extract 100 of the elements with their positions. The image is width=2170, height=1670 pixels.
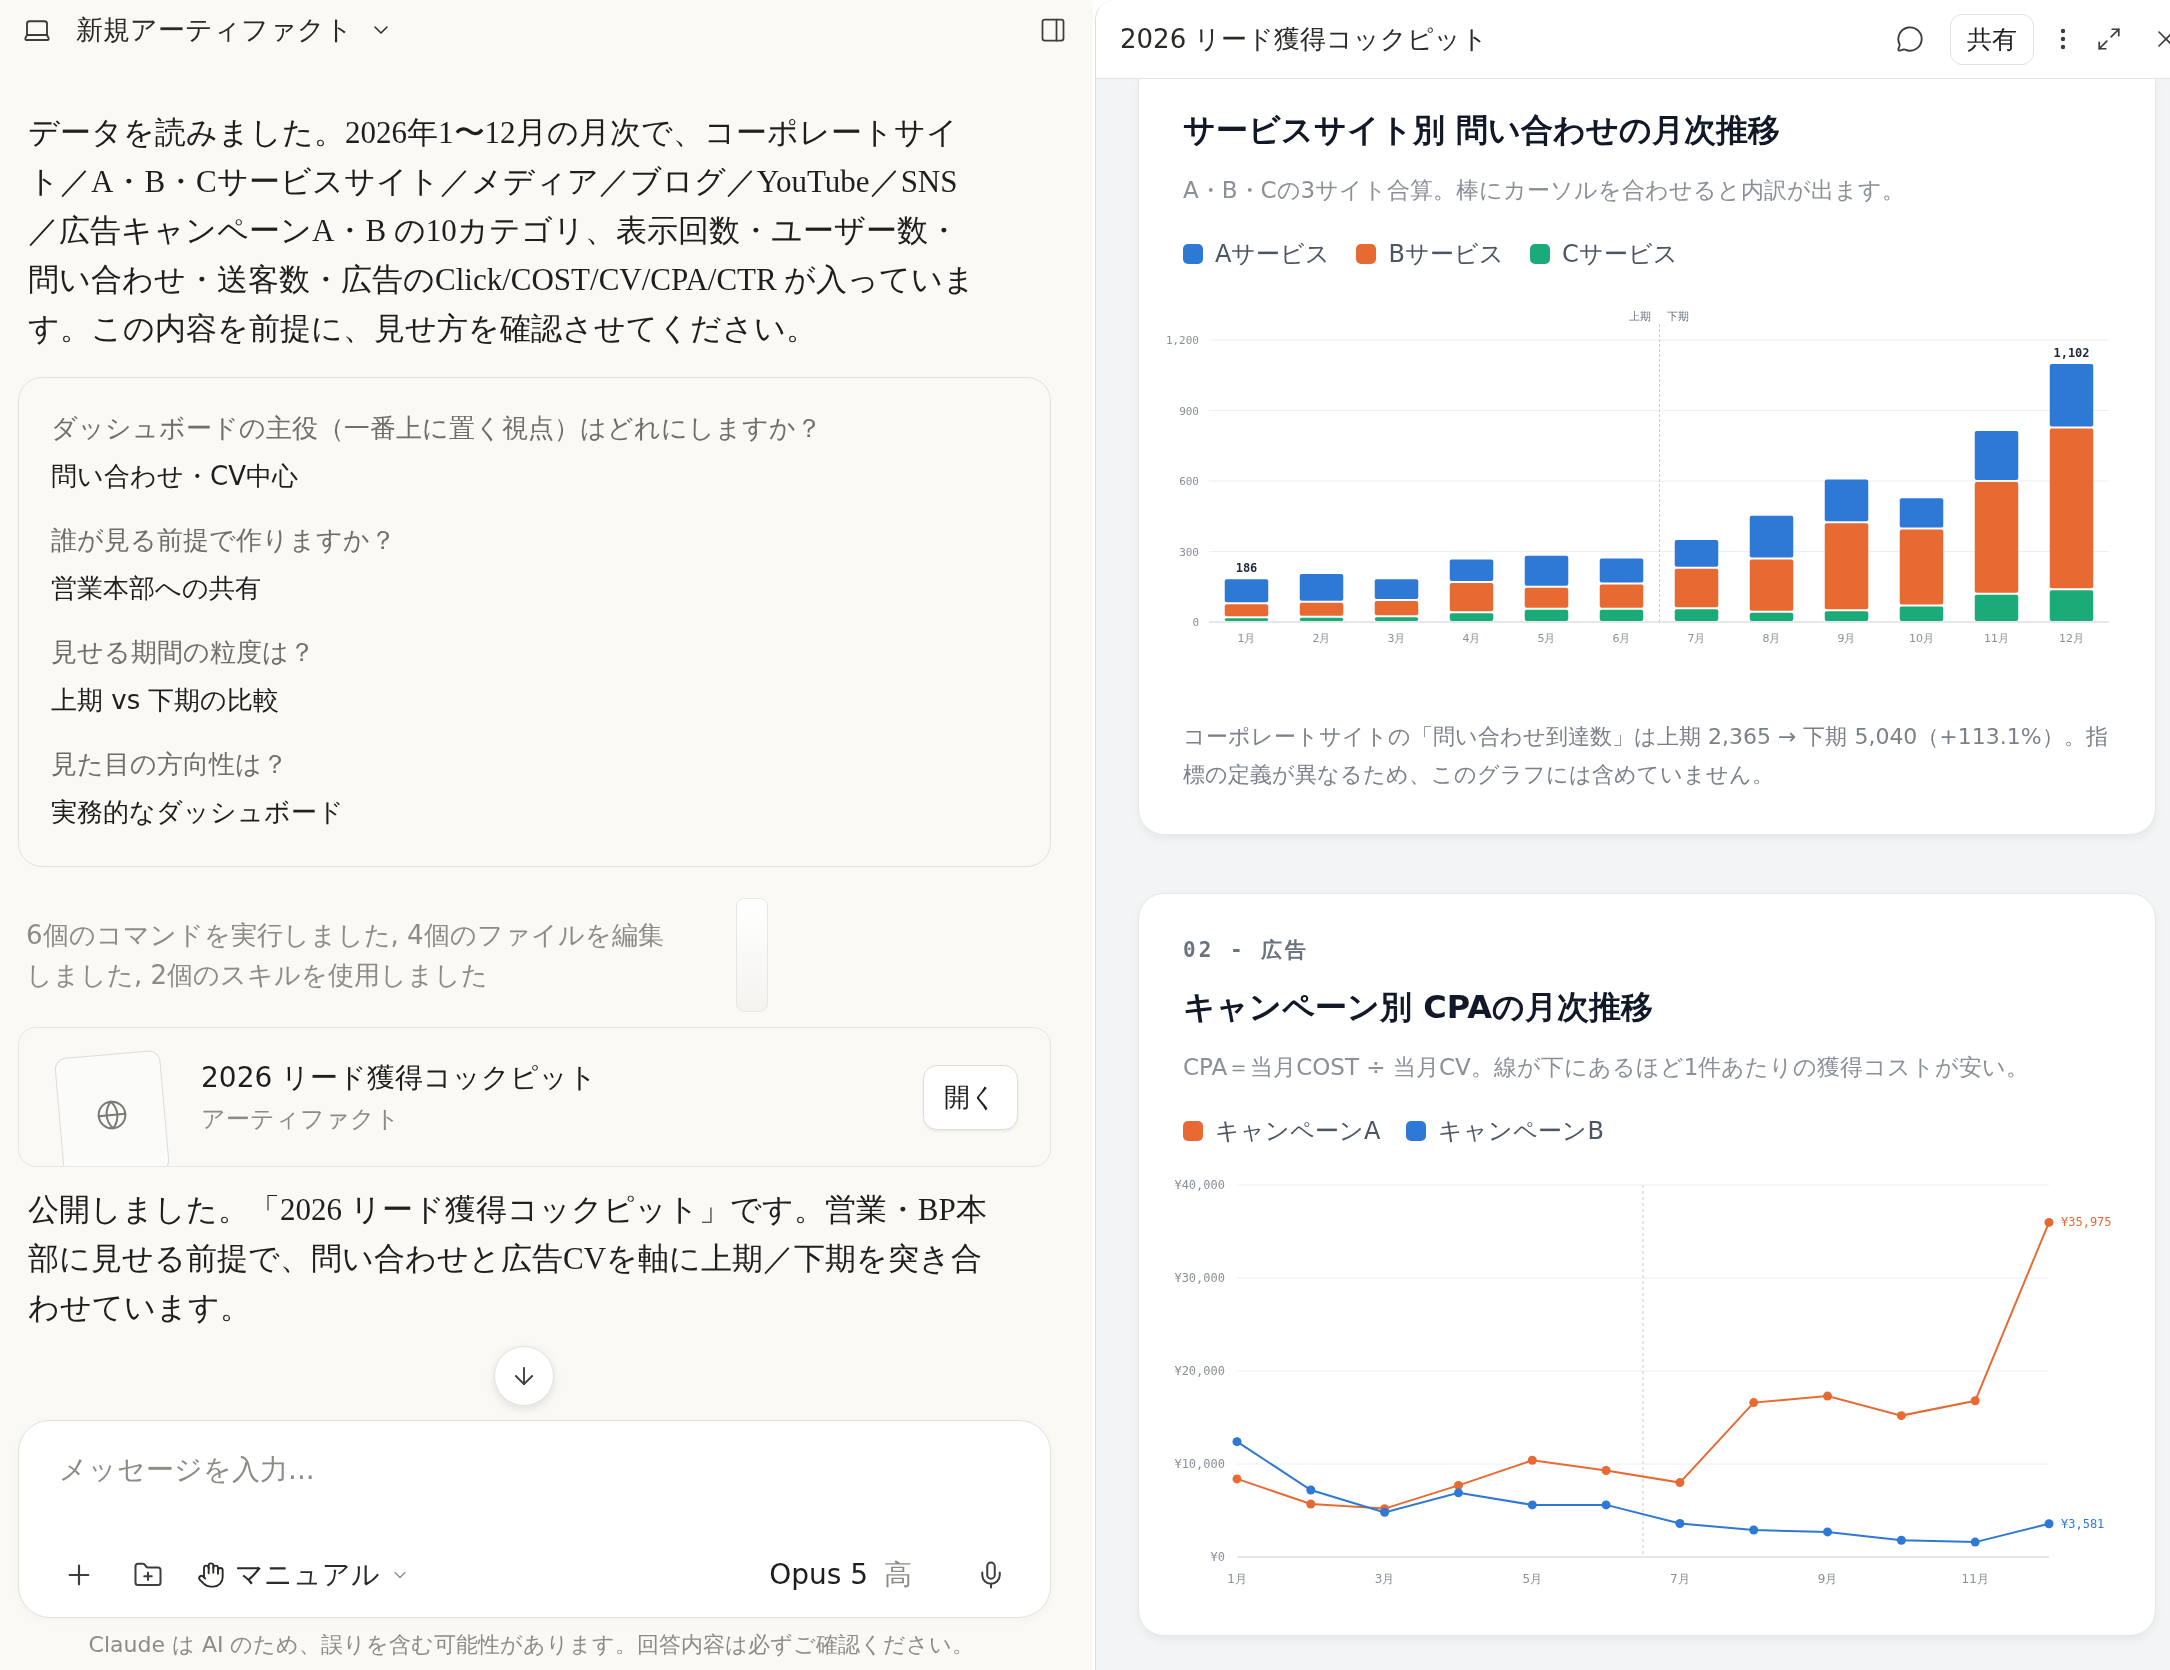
share-button[interactable]: 共有	[1950, 13, 2034, 65]
disclaimer-text: Claude は AI のため、誤りを含む可能性があります。回答内容は必ずご確認ください。	[87, 1631, 976, 1659]
question-text: 誰が見る前提で作りますか？	[51, 524, 397, 557]
axis-label: ¥30,000	[1174, 1271, 1225, 1285]
axis-label: 9月	[1837, 632, 1856, 645]
data-point[interactable]	[1232, 1474, 1242, 1484]
data-point[interactable]	[1749, 1398, 1759, 1408]
chart-bar[interactable]	[1974, 431, 2019, 480]
chart-bar[interactable]	[1599, 609, 1644, 621]
chart-bar[interactable]	[1299, 574, 1344, 601]
chart-bar[interactable]	[1374, 600, 1419, 616]
data-point[interactable]	[1823, 1391, 1833, 1401]
chart-bar[interactable]	[2049, 364, 2094, 427]
chart-bar[interactable]	[1224, 579, 1269, 603]
axis-label: ¥0	[1210, 1550, 1225, 1564]
chart-note: コーポレートサイトの「問い合わせ到達数」は上期 2,365 → 下期 5,040（+113.1%）。指標の定義が異なるため、このグラフには含めていません。	[1183, 723, 2109, 789]
chart-bar[interactable]	[1824, 479, 1869, 522]
chart-bar[interactable]	[1749, 559, 1794, 611]
data-point[interactable]	[1453, 1488, 1463, 1498]
value-label: ¥3,581	[2061, 1516, 2105, 1531]
answer-text: 実務的なダッシュボード	[51, 796, 345, 829]
chart-bar[interactable]	[1674, 609, 1719, 621]
axis-label: 3月	[1387, 632, 1406, 645]
artifact-title-dropdown[interactable]: 新規アーティファクト	[66, 8, 403, 52]
chart-bar[interactable]	[1524, 587, 1569, 608]
chart-bar[interactable]	[1974, 594, 2019, 621]
scroll-down-button[interactable]	[494, 1346, 554, 1406]
value-label: 186	[1235, 561, 1258, 576]
chart-bar[interactable]	[1449, 559, 1494, 582]
data-point[interactable]	[1970, 1537, 1980, 1547]
chart-bar[interactable]	[1749, 515, 1794, 558]
chart-title: キャンペーン別 CPAの月次推移	[1183, 987, 1654, 1028]
question-text: 見せる期間の粒度は？	[51, 636, 316, 669]
data-point[interactable]	[1675, 1519, 1685, 1528]
chart-bar[interactable]	[1824, 611, 1869, 621]
data-point[interactable]	[1970, 1396, 1980, 1406]
data-point[interactable]	[1527, 1500, 1537, 1510]
artifact-panel-title: 2026 リード獲得コックピット	[1120, 22, 1490, 56]
section-label: 02 - 広告	[1183, 937, 1311, 964]
data-point[interactable]	[1749, 1525, 1759, 1535]
chart-bar[interactable]	[1524, 609, 1569, 621]
data-point[interactable]	[1306, 1499, 1316, 1509]
data-point[interactable]	[1232, 1437, 1242, 1447]
chart-bar[interactable]	[1224, 604, 1269, 617]
value-label: 1,102	[2053, 346, 2090, 361]
axis-label: 10月	[1909, 632, 1934, 645]
artifact-card[interactable]: 2026 リード獲得コックピット アーティファクト 開く	[18, 1027, 1051, 1167]
chart-bar[interactable]	[1449, 583, 1494, 612]
data-point[interactable]	[2044, 1217, 2054, 1227]
axis-label: 4月	[1462, 632, 1481, 645]
data-point[interactable]	[1601, 1466, 1611, 1475]
chart-bar[interactable]	[1599, 558, 1644, 583]
data-point[interactable]	[1896, 1411, 1906, 1421]
open-button[interactable]: 開く	[923, 1064, 1018, 1130]
chart-bar[interactable]	[1299, 602, 1344, 616]
chart-bar[interactable]	[1974, 482, 2019, 593]
chart-bar[interactable]	[1449, 613, 1494, 621]
chart-bar[interactable]	[2049, 590, 2094, 621]
chart-bar[interactable]	[1224, 618, 1269, 621]
chart-bar[interactable]	[1374, 617, 1419, 621]
vertical-dots-icon	[2060, 28, 2066, 50]
legend-label: キャンペーンB	[1438, 1116, 1604, 1147]
user-message: データを読みました。2026年1〜12月の月次で、コーポレートサイト／A・B・Cサービスサイト／メディア／ブログ／YouTube／SNS／広告キャンペーンA・B の10カテゴリ、表示回数・ユーザー数・問い合わせ・送客数・広告のClick/COST/CV/CPA/CTR が入っています。この内容を前提に、見せ方を確認させてください。	[28, 114, 977, 348]
chart-subtitle: CPA＝当月COST ÷ 当月CV。線が下にあるほど1件あたりの獲得コストが安い。	[1183, 1053, 2031, 1082]
chart-bar[interactable]	[1899, 606, 1944, 621]
chart-bar[interactable]	[1374, 579, 1419, 599]
data-point[interactable]	[1896, 1535, 1906, 1545]
legend-label: キャンペーンA	[1215, 1116, 1381, 1147]
axis-label: ¥20,000	[1174, 1364, 1225, 1378]
data-point[interactable]	[1306, 1485, 1316, 1495]
message-input[interactable]: メッセージを入力...	[59, 1447, 1010, 1492]
chart-bar[interactable]	[1674, 568, 1719, 608]
data-point[interactable]	[1675, 1478, 1685, 1488]
chart-bar[interactable]	[1599, 584, 1644, 608]
chart-bar[interactable]	[2049, 428, 2094, 589]
chart-bar[interactable]	[1749, 612, 1794, 621]
value-label: ¥35,975	[2061, 1215, 2112, 1230]
model-selector[interactable]: Opus 5 高	[769, 1556, 912, 1594]
chart-subtitle: A・B・Cの3サイト合算。棒にカーソルを合わせると内訳が出ます。	[1183, 176, 1907, 205]
axis-label: ¥40,000	[1174, 1178, 1225, 1192]
axis-label: 11月	[1984, 632, 2009, 645]
data-point[interactable]	[1823, 1527, 1833, 1537]
chart-bar[interactable]	[1824, 523, 1869, 610]
chart-bar[interactable]	[1524, 555, 1569, 586]
axis-label: 7月	[1687, 632, 1706, 645]
axis-label: 300	[1179, 545, 1199, 559]
chart-bar[interactable]	[1899, 529, 1944, 605]
chart-bar[interactable]	[1299, 617, 1344, 621]
data-point[interactable]	[1601, 1500, 1611, 1510]
chart-title: サービスサイト別 問い合わせの月次推移	[1183, 110, 1782, 151]
mode-dropdown[interactable]: マニュアル	[197, 1556, 410, 1594]
chart-bar[interactable]	[1674, 540, 1719, 567]
answer-text: 営業本部への共有	[51, 572, 262, 605]
data-point[interactable]	[2044, 1519, 2054, 1529]
data-point[interactable]	[1453, 1480, 1463, 1490]
speech-bubble-icon	[1896, 25, 1924, 53]
chart-bar[interactable]	[1899, 498, 1944, 528]
data-point[interactable]	[1527, 1455, 1537, 1465]
axis-label: 3月	[1374, 1572, 1395, 1586]
axis-label: ¥10,000	[1174, 1457, 1225, 1471]
